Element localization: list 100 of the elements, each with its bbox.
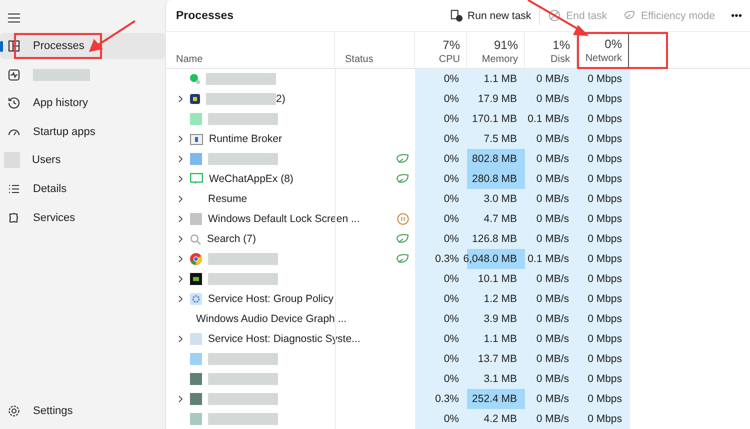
table-cell: 0 MB/s bbox=[525, 129, 577, 149]
app-icon bbox=[190, 74, 200, 84]
table-cell: 0 MB/s bbox=[525, 389, 577, 409]
app-icon bbox=[190, 413, 202, 425]
sidebar-item[interactable]: Details bbox=[0, 176, 165, 202]
app-icon bbox=[190, 113, 202, 125]
table-cell: 4.2 MB bbox=[467, 409, 525, 429]
table-cell: 0 MB/s bbox=[525, 229, 577, 249]
table-cell: 0% bbox=[415, 149, 467, 169]
search-icon bbox=[190, 234, 201, 244]
sidebar-item[interactable]: Users bbox=[0, 147, 165, 174]
chevron-icon[interactable] bbox=[178, 95, 182, 103]
process-name: Windows Audio Device Graph ... bbox=[196, 313, 347, 325]
table-cell: 0 MB/s bbox=[525, 89, 577, 109]
table-cell: 7.5 MB bbox=[467, 129, 525, 149]
block-icon bbox=[548, 9, 562, 22]
settings-item[interactable]: Settings bbox=[0, 398, 165, 424]
table-cell: 0 Mbps bbox=[577, 109, 630, 129]
table-cell: 0 Mbps bbox=[577, 89, 630, 109]
sidebar-item[interactable]: Processes bbox=[0, 33, 165, 59]
app-icon bbox=[190, 373, 202, 385]
table-cell: 0 MB/s bbox=[525, 349, 577, 369]
chevron-icon[interactable] bbox=[178, 135, 182, 143]
leaf-icon bbox=[623, 9, 636, 22]
table-cell: 0 MB/s bbox=[525, 209, 577, 229]
table-cell: 0% bbox=[415, 309, 467, 329]
table-cell: 0 MB/s bbox=[525, 289, 577, 309]
sidebar-item[interactable]: Services bbox=[0, 204, 165, 231]
column-total: 7% bbox=[442, 38, 460, 52]
table-cell: 0 MB/s bbox=[525, 69, 577, 89]
table-cell: 0 Mbps bbox=[577, 169, 630, 189]
column-header[interactable]: Status bbox=[335, 32, 415, 69]
table-cell: 170.1 MB bbox=[467, 109, 525, 129]
table-cell: 0 Mbps bbox=[577, 389, 630, 409]
table-cell: 10.1 MB bbox=[467, 269, 525, 289]
table-cell: 0% bbox=[415, 89, 467, 109]
table-cell: 0 Mbps bbox=[577, 189, 630, 209]
process-name: Windows Default Lock Screen ... bbox=[208, 213, 360, 225]
column-label: CPU bbox=[438, 54, 460, 65]
settings-icon bbox=[7, 404, 21, 418]
chevron-icon[interactable] bbox=[178, 175, 182, 183]
table-cell: 0 Mbps bbox=[577, 409, 630, 429]
chevron-icon[interactable] bbox=[178, 395, 182, 403]
chevron-icon[interactable] bbox=[178, 255, 182, 263]
chevron-icon[interactable] bbox=[178, 295, 182, 303]
table-cell: 280.8 MB bbox=[467, 169, 525, 189]
table-cell: 126.8 MB bbox=[467, 229, 525, 249]
process-name: Search (7) bbox=[207, 233, 256, 245]
table-cell: 13.7 MB bbox=[467, 349, 525, 369]
process-name: 2) bbox=[276, 93, 286, 105]
column-header[interactable]: 0% Network bbox=[577, 32, 668, 69]
table-cell: 0 Mbps bbox=[577, 149, 630, 169]
app-icon bbox=[190, 353, 202, 365]
table-cell: 0% bbox=[415, 109, 467, 129]
column-label: Network bbox=[585, 53, 622, 64]
table-cell: 0% bbox=[415, 189, 467, 209]
sidebar-item[interactable]: Startup apps bbox=[0, 118, 165, 145]
more-button[interactable]: ••• bbox=[722, 4, 750, 28]
table-cell: 1.2 MB bbox=[467, 289, 525, 309]
chevron-icon[interactable] bbox=[178, 155, 182, 163]
column-label: Status bbox=[345, 54, 374, 65]
process-name: Runtime Broker bbox=[209, 133, 282, 145]
column-total: 1% bbox=[552, 38, 570, 52]
app-icon bbox=[190, 213, 202, 225]
menu-icon[interactable] bbox=[8, 13, 20, 23]
table-cell: 17.9 MB bbox=[467, 89, 525, 109]
column-total: 0% bbox=[604, 37, 622, 51]
chevron-icon[interactable] bbox=[178, 195, 182, 203]
table-cell: 0 MB/s bbox=[525, 329, 577, 349]
toolbar-button[interactable]: Run new task bbox=[442, 4, 540, 28]
table-cell: 0 Mbps bbox=[577, 369, 630, 389]
column-label: Disk bbox=[550, 54, 570, 65]
table-cell: 0 Mbps bbox=[577, 209, 630, 229]
table-cell: 0% bbox=[415, 289, 467, 309]
table-cell: 0% bbox=[415, 329, 467, 349]
puzzle-icon bbox=[7, 210, 21, 225]
table-cell: 0 Mbps bbox=[577, 349, 630, 369]
table-cell: 0 MB/s bbox=[525, 309, 577, 329]
app-icon bbox=[190, 153, 202, 165]
table-cell: 0% bbox=[415, 169, 467, 189]
table-cell: 252.4 MB bbox=[467, 389, 525, 409]
table-cell: 0% bbox=[415, 349, 467, 369]
table-cell: 0.1 MB/s bbox=[525, 109, 577, 129]
processes-icon bbox=[7, 39, 21, 53]
chevron-icon[interactable] bbox=[178, 215, 182, 223]
history-icon bbox=[7, 96, 21, 110]
process-name: Service Host: Diagnostic Syste... bbox=[208, 333, 360, 345]
table-cell: 0 Mbps bbox=[577, 129, 630, 149]
window-icon bbox=[190, 134, 203, 144]
table-cell: 0% bbox=[415, 269, 467, 289]
column-header[interactable]: Name bbox=[166, 32, 335, 69]
table-cell: 1.1 MB bbox=[467, 329, 525, 349]
table-cell: 3.1 MB bbox=[467, 369, 525, 389]
table-cell: 0 Mbps bbox=[577, 229, 630, 249]
sidebar-item[interactable]: App history bbox=[0, 90, 165, 116]
chevron-icon[interactable] bbox=[178, 275, 182, 283]
chevron-icon[interactable] bbox=[178, 335, 182, 343]
column-label: Name bbox=[176, 54, 203, 65]
table-cell: 0 Mbps bbox=[577, 329, 630, 349]
chevron-icon[interactable] bbox=[178, 235, 182, 243]
